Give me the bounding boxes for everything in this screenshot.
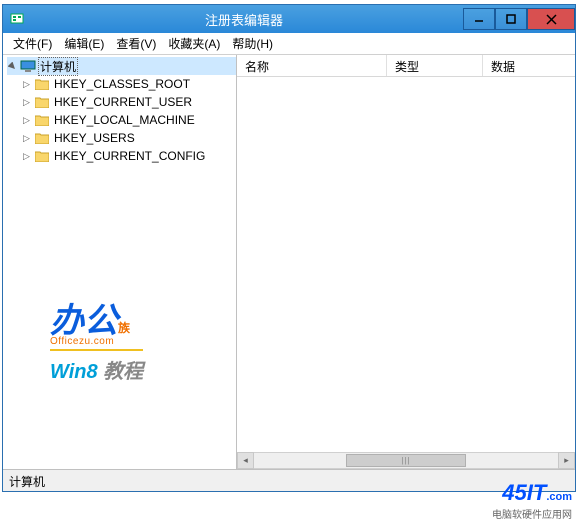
tree-pane[interactable]: 计算机 ▷ HKEY_CLASSES_ROOT ▷ HKEY_CURRENT_U… bbox=[3, 55, 237, 469]
folder-icon bbox=[34, 149, 50, 163]
scroll-right-icon[interactable]: ▸ bbox=[558, 452, 575, 469]
folder-icon bbox=[34, 77, 50, 91]
menubar: 文件(F) 编辑(E) 查看(V) 收藏夹(A) 帮助(H) bbox=[3, 33, 575, 55]
scroll-left-icon[interactable]: ◂ bbox=[237, 452, 254, 469]
tree-label: HKEY_CURRENT_CONFIG bbox=[52, 149, 207, 163]
tree-label: HKEY_LOCAL_MACHINE bbox=[52, 113, 197, 127]
scroll-thumb[interactable]: ||| bbox=[346, 454, 466, 467]
client-area: 计算机 ▷ HKEY_CLASSES_ROOT ▷ HKEY_CURRENT_U… bbox=[3, 55, 575, 469]
expand-icon[interactable]: ▷ bbox=[21, 97, 32, 108]
tree-item-hkcc[interactable]: ▷ HKEY_CURRENT_CONFIG bbox=[7, 147, 236, 165]
menu-file[interactable]: 文件(F) bbox=[7, 34, 58, 54]
titlebar[interactable]: 注册表编辑器 bbox=[3, 5, 575, 33]
app-icon bbox=[9, 11, 25, 27]
column-data[interactable]: 数据 bbox=[483, 55, 575, 76]
list-body[interactable]: ◂ ||| ▸ bbox=[237, 77, 575, 469]
folder-icon bbox=[34, 131, 50, 145]
column-name[interactable]: 名称 bbox=[237, 55, 387, 76]
folder-icon bbox=[34, 113, 50, 127]
tree-item-hkcr[interactable]: ▷ HKEY_CLASSES_ROOT bbox=[7, 75, 236, 93]
maximize-button[interactable] bbox=[495, 8, 527, 30]
status-path: 计算机 bbox=[9, 475, 45, 489]
close-button[interactable] bbox=[527, 8, 575, 30]
folder-icon bbox=[34, 95, 50, 109]
expand-icon[interactable]: ▷ bbox=[21, 133, 32, 144]
window-title: 注册表编辑器 bbox=[25, 10, 463, 29]
tree-label: 计算机 bbox=[38, 57, 78, 76]
list-pane: 名称 类型 数据 ◂ ||| ▸ bbox=[237, 55, 575, 469]
menu-favorites[interactable]: 收藏夹(A) bbox=[162, 34, 226, 54]
tree-item-hkcu[interactable]: ▷ HKEY_CURRENT_USER bbox=[7, 93, 236, 111]
computer-icon bbox=[20, 59, 36, 73]
column-type[interactable]: 类型 bbox=[387, 55, 483, 76]
minimize-button[interactable] bbox=[463, 8, 495, 30]
menu-view[interactable]: 查看(V) bbox=[110, 34, 162, 54]
list-header: 名称 类型 数据 bbox=[237, 55, 575, 77]
menu-edit[interactable]: 编辑(E) bbox=[58, 34, 110, 54]
collapse-icon[interactable] bbox=[7, 61, 18, 72]
tree-label: HKEY_CURRENT_USER bbox=[52, 95, 194, 109]
tree-item-hku[interactable]: ▷ HKEY_USERS bbox=[7, 129, 236, 147]
tree-item-hklm[interactable]: ▷ HKEY_LOCAL_MACHINE bbox=[7, 111, 236, 129]
horizontal-scrollbar[interactable]: ◂ ||| ▸ bbox=[237, 452, 575, 469]
expand-icon[interactable]: ▷ bbox=[21, 151, 32, 162]
registry-editor-window: 注册表编辑器 文件(F) 编辑(E) 查看(V) 收藏夹(A) 帮助(H) bbox=[2, 4, 576, 492]
expand-icon[interactable]: ▷ bbox=[21, 79, 32, 90]
menu-help[interactable]: 帮助(H) bbox=[226, 34, 279, 54]
scroll-track[interactable]: ||| bbox=[254, 452, 558, 469]
tree-root-computer[interactable]: 计算机 bbox=[7, 57, 236, 75]
expand-icon[interactable]: ▷ bbox=[21, 115, 32, 126]
tree-label: HKEY_USERS bbox=[52, 131, 137, 145]
tree-label: HKEY_CLASSES_ROOT bbox=[52, 77, 192, 91]
statusbar: 计算机 bbox=[3, 469, 575, 491]
